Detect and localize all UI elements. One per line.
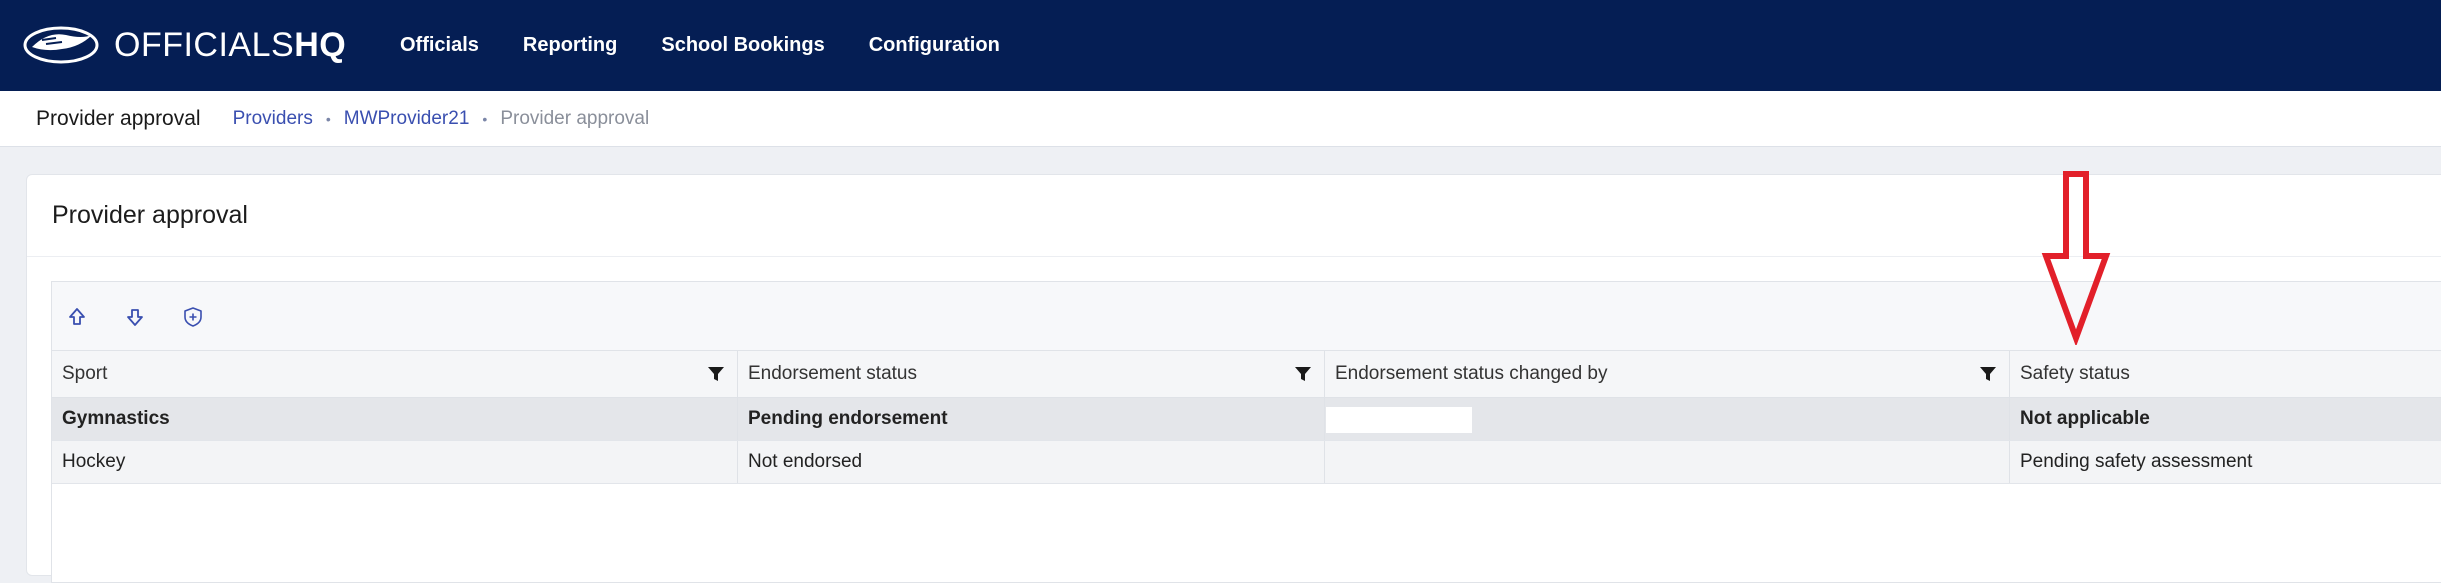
logo-wordmark: OFFICIALS HQ [114,26,346,65]
logo-text-light: OFFICIALS [114,25,295,64]
column-header-label: Endorsement status [748,363,917,384]
column-header-label: Sport [62,363,108,384]
breadcrumb-current: Provider approval [500,107,650,129]
filter-icon[interactable] [1979,365,1997,383]
breadcrumb-separator: • [325,110,331,127]
cell-endorsement-status: Pending endorsement [738,398,1325,440]
logo-text-bold: HQ [294,25,347,64]
filter-icon[interactable] [1294,365,1312,383]
move-down-button[interactable] [122,304,148,330]
app-logo[interactable]: OFFICIALS HQ [22,20,346,70]
shield-add-button[interactable] [180,304,206,330]
move-down-icon [127,309,143,326]
nav-reporting[interactable]: Reporting [523,34,617,57]
cell-endorsement-status: Not endorsed [738,441,1325,483]
breadcrumb-link-provider[interactable]: MWProvider21 [344,108,470,130]
move-up-icon [69,308,85,325]
breadcrumb-separator: • [482,110,488,127]
cell-sport: Hockey [52,441,738,483]
breadcrumb: Provider approval Providers • MWProvider… [0,91,2441,147]
cell-changed-by [1325,441,2010,483]
move-up-button[interactable] [64,304,90,330]
grid-header-row: Sport Endorsement status Endorsement sta… [52,351,2441,398]
column-header-changed-by[interactable]: Endorsement status changed by [1325,351,2010,397]
annotation-arrow-icon [2041,171,2111,345]
nav-officials[interactable]: Officials [400,34,479,57]
column-header-label: Safety status [2020,363,2130,384]
cell-changed-by [1325,398,2010,440]
table-row[interactable]: Gymnastics Pending endorsement Not appli… [52,398,2441,441]
nav-school-bookings[interactable]: School Bookings [661,34,824,57]
filter-icon[interactable] [707,365,725,383]
card-title: Provider approval [52,201,248,229]
redacted-value [1326,407,1472,433]
page-title: Provider approval [36,106,201,130]
cell-sport: Gymnastics [52,398,738,440]
column-header-sport[interactable]: Sport [52,351,738,397]
top-navbar: OFFICIALS HQ Officials Reporting School B… [0,0,2441,91]
column-header-endorsement-status[interactable]: Endorsement status [738,351,1325,397]
shield-add-icon [184,307,202,327]
column-header-label: Endorsement status changed by [1335,363,1608,384]
column-header-safety-status[interactable]: Safety status [2010,351,2441,397]
breadcrumb-link-providers[interactable]: Providers [233,108,313,130]
main-nav: Officials Reporting School Bookings Conf… [400,0,1044,91]
table-row[interactable]: Hockey Not endorsed Pending safety asses… [52,441,2441,484]
nav-configuration[interactable]: Configuration [869,34,1000,57]
cell-safety-status: Pending safety assessment [2020,451,2253,472]
cell-safety-status: Not applicable [2020,408,2150,429]
logo-icon [23,26,99,64]
